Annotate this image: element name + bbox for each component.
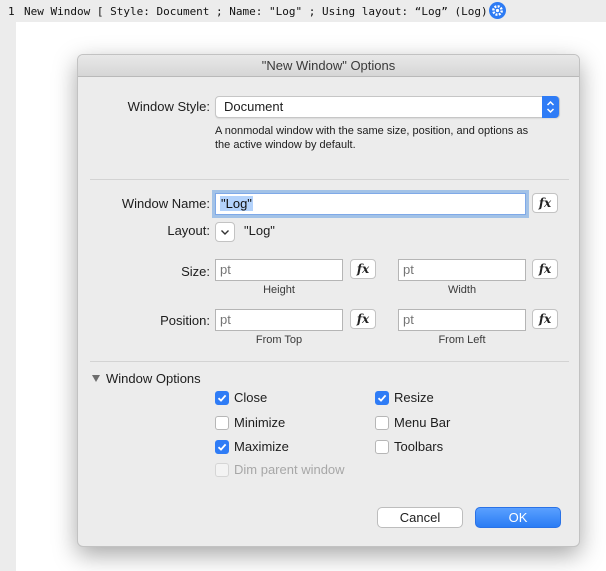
size-height-input[interactable] bbox=[220, 262, 342, 277]
chevron-down-icon bbox=[221, 230, 229, 235]
position-left-fx-button[interactable]: fx bbox=[532, 309, 558, 329]
window-style-label: Window Style: bbox=[127, 99, 210, 114]
layout-value: "Log" bbox=[244, 223, 275, 238]
from-top-caption: From Top bbox=[255, 334, 303, 346]
chevron-updown-icon bbox=[542, 96, 559, 118]
window-name-label: Window Name: bbox=[121, 196, 210, 211]
line-gutter bbox=[0, 0, 16, 571]
size-width-fx-button[interactable]: fx bbox=[532, 259, 558, 279]
window-name-value: "Log" bbox=[220, 196, 253, 211]
menu-bar-label: Menu Bar bbox=[394, 415, 451, 430]
resize-label: Resize bbox=[394, 390, 434, 405]
position-label: Position: bbox=[160, 313, 210, 328]
disclosure-triangle-icon bbox=[92, 375, 100, 382]
gear-icon[interactable] bbox=[489, 2, 506, 19]
width-caption: Width bbox=[447, 284, 477, 296]
position-top-field[interactable] bbox=[215, 309, 343, 331]
ok-button[interactable]: OK bbox=[475, 507, 561, 528]
checkmark-icon bbox=[215, 440, 229, 454]
position-left-field[interactable] bbox=[398, 309, 526, 331]
dialog-title: "New Window" Options bbox=[78, 55, 579, 77]
window-style-value: Document bbox=[224, 99, 284, 114]
script-step-text[interactable]: New Window [ Style: Document ; Name: "Lo… bbox=[24, 5, 501, 18]
close-label: Close bbox=[234, 390, 268, 405]
window-options-disclosure[interactable]: Window Options bbox=[92, 371, 201, 386]
window-style-description-1: A nonmodal window with the same size, po… bbox=[215, 125, 529, 137]
checkbox-box bbox=[215, 463, 229, 477]
position-left-input[interactable] bbox=[403, 312, 525, 327]
toolbars-label: Toolbars bbox=[394, 439, 444, 454]
size-width-field[interactable] bbox=[398, 259, 526, 281]
window-name-field[interactable]: "Log" bbox=[215, 193, 526, 215]
section-divider bbox=[90, 361, 569, 362]
checkmark-icon bbox=[375, 391, 389, 405]
section-divider bbox=[90, 179, 569, 180]
line-number: 1 bbox=[8, 5, 15, 18]
size-height-field[interactable] bbox=[215, 259, 343, 281]
maximize-label: Maximize bbox=[234, 439, 289, 454]
layout-dropdown[interactable] bbox=[215, 222, 235, 242]
size-width-input[interactable] bbox=[403, 262, 525, 277]
height-caption: Height bbox=[263, 284, 295, 296]
dim-parent-window-label: Dim parent window bbox=[234, 462, 345, 477]
cancel-button[interactable]: Cancel bbox=[377, 507, 463, 528]
from-left-caption: From Left bbox=[438, 334, 486, 346]
window-name-fx-button[interactable]: fx bbox=[532, 193, 558, 213]
window-style-description-2: the active window by default. bbox=[215, 139, 356, 151]
minimize-label: Minimize bbox=[234, 415, 286, 430]
size-height-fx-button[interactable]: fx bbox=[350, 259, 376, 279]
checkbox-box bbox=[375, 416, 389, 430]
layout-label: Layout: bbox=[167, 223, 210, 238]
position-top-input[interactable] bbox=[220, 312, 342, 327]
checkbox-box bbox=[375, 440, 389, 454]
window-options-header: Window Options bbox=[106, 371, 201, 386]
checkbox-box bbox=[215, 416, 229, 430]
checkmark-icon bbox=[215, 391, 229, 405]
position-top-fx-button[interactable]: fx bbox=[350, 309, 376, 329]
new-window-options-dialog: "New Window" Options Window Style: Docum… bbox=[77, 54, 580, 547]
window-style-popup[interactable]: Document bbox=[215, 96, 560, 118]
size-label: Size: bbox=[181, 264, 210, 279]
script-step-line[interactable]: 1 New Window [ Style: Document ; Name: "… bbox=[0, 0, 606, 22]
